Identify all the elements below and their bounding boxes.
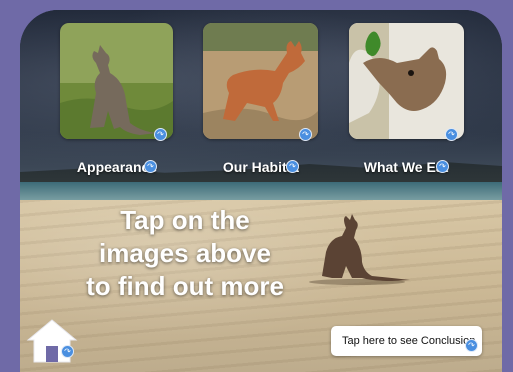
habitat-label-link-icon: ↷ (286, 160, 299, 173)
appearance-link-icon: ↷ (154, 128, 167, 141)
instruction-line-1: Tap on the (120, 205, 250, 235)
appearance-label-link-icon: ↷ (144, 160, 157, 173)
sea (20, 182, 502, 202)
card-eat-label[interactable]: What We Eat (331, 159, 481, 175)
card-eat[interactable] (349, 23, 464, 139)
conclusion-button-label: Tap here to see Conclusion (342, 335, 476, 347)
conclusion-link-icon: ↷ (465, 339, 478, 352)
instruction-text: Tap on the images above to find out more (70, 204, 300, 303)
instruction-line-3: to find out more (86, 271, 284, 301)
home-link-icon: ↷ (61, 345, 74, 358)
eat-label-link-icon: ↷ (436, 160, 449, 173)
card-appearance-label[interactable]: Appearance (42, 159, 192, 175)
conclusion-button[interactable]: Tap here to see Conclusion (331, 326, 482, 356)
beach-kangaroo-image (309, 214, 410, 285)
card-habitat[interactable] (203, 23, 318, 139)
eat-joey-image (349, 23, 464, 139)
instruction-line-2: images above (99, 238, 271, 268)
card-appearance[interactable] (60, 23, 173, 139)
eat-link-icon: ↷ (445, 128, 458, 141)
habitat-kangaroo-image (203, 23, 318, 139)
appearance-kangaroo-image (60, 23, 173, 139)
card-habitat-label[interactable]: Our Habitat (186, 159, 336, 175)
habitat-link-icon: ↷ (299, 128, 312, 141)
